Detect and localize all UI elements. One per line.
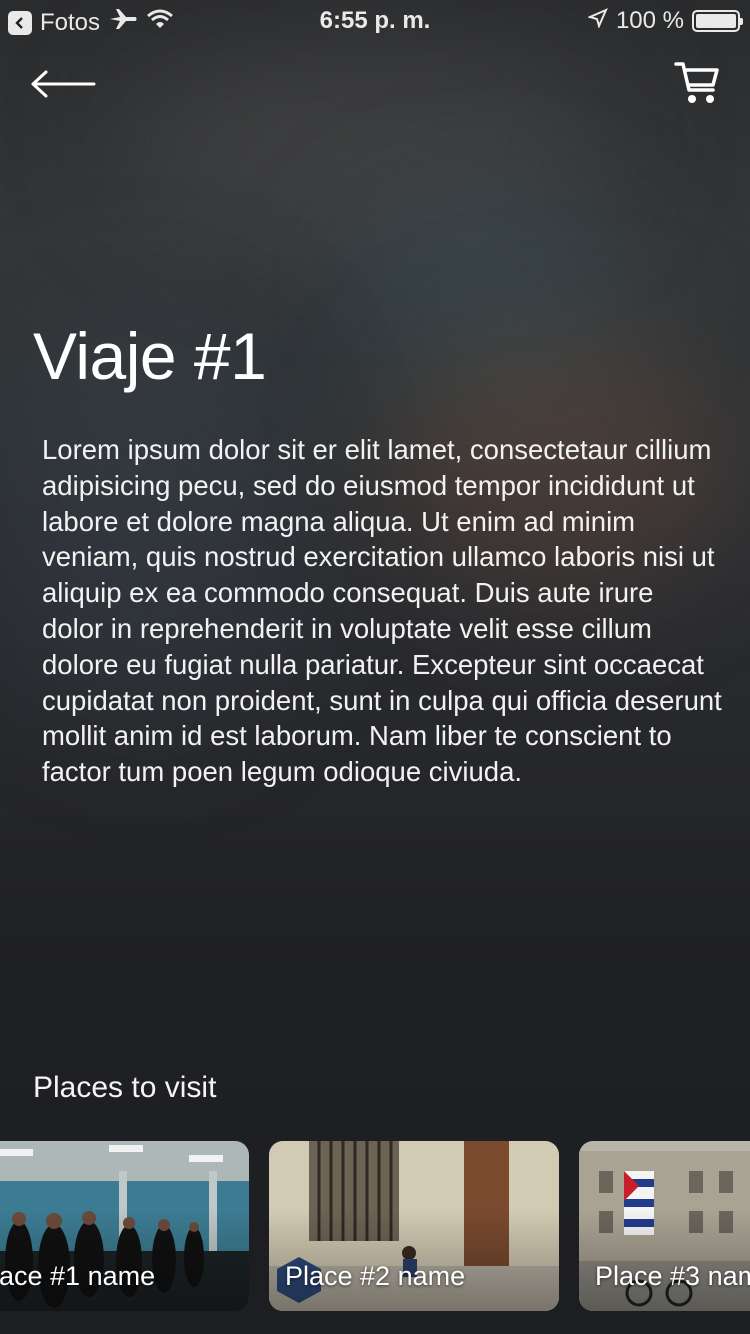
place-card[interactable]: Place #1 name bbox=[0, 1141, 249, 1311]
place-card[interactable]: Place #2 name bbox=[269, 1141, 559, 1311]
cart-icon bbox=[674, 62, 719, 103]
status-bar: Fotos 6:55 p. m. 100 % bbox=[0, 0, 750, 40]
back-button[interactable] bbox=[28, 62, 100, 106]
place-name: Place #3 name bbox=[595, 1261, 750, 1291]
places-heading: Places to visit bbox=[33, 1071, 217, 1104]
places-carousel[interactable]: Place #1 name Place #2 name bbox=[0, 1141, 750, 1311]
battery-percent: 100 % bbox=[615, 7, 684, 34]
place-card[interactable]: Place #3 name bbox=[579, 1141, 750, 1311]
trip-title: Viaje #1 bbox=[33, 319, 267, 393]
location-arrow-icon bbox=[586, 7, 608, 35]
cart-button[interactable] bbox=[672, 58, 722, 108]
trip-description: Lorem ipsum dolor sit er elit lamet, con… bbox=[42, 434, 722, 788]
place-name: Place #1 name bbox=[0, 1261, 156, 1291]
battery-icon bbox=[692, 10, 743, 32]
arrow-left-icon bbox=[31, 70, 96, 98]
place-name: Place #2 name bbox=[285, 1261, 466, 1291]
